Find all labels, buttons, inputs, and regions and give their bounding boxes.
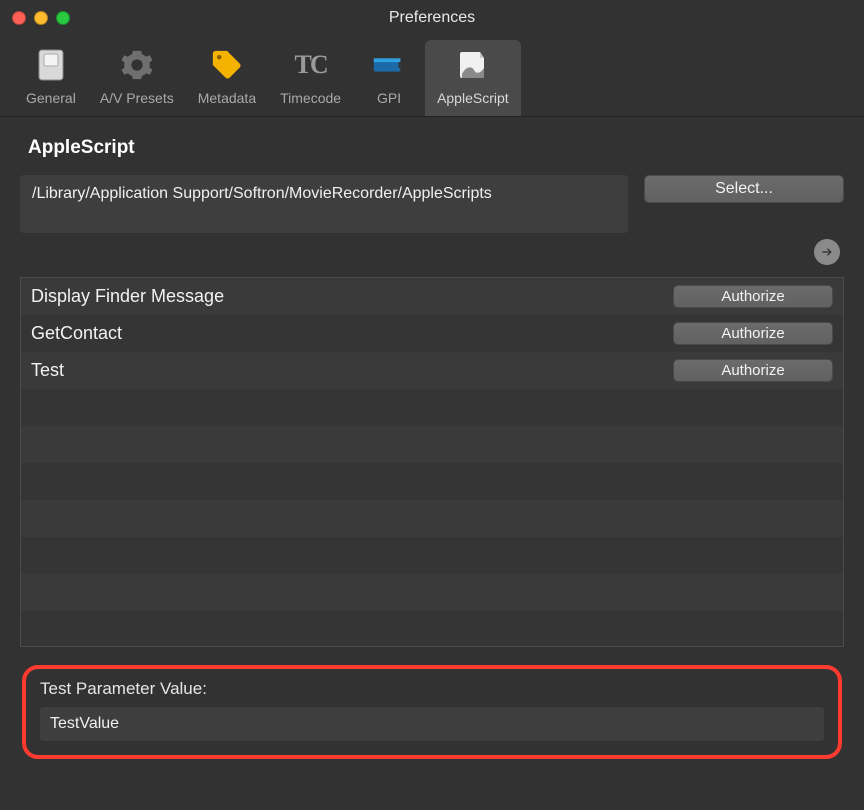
script-row[interactable]: GetContact Authorize <box>21 315 843 352</box>
authorize-button[interactable]: Authorize <box>673 285 833 308</box>
script-folder-path: /Library/Application Support/Softron/Mov… <box>20 175 628 233</box>
script-row <box>21 611 843 647</box>
script-name: GetContact <box>31 323 122 344</box>
toolbar-tab-timecode[interactable]: TC Timecode <box>268 40 353 116</box>
authorize-button[interactable]: Authorize <box>673 359 833 382</box>
section-title: AppleScript <box>28 137 844 159</box>
script-row[interactable]: Test Authorize <box>21 352 843 389</box>
window-controls <box>12 11 70 25</box>
toolbar-tab-general[interactable]: General <box>14 40 88 116</box>
script-list: Display Finder MessageAuthorizeGetContac… <box>20 277 844 647</box>
reveal-in-finder-button[interactable] <box>814 239 840 265</box>
toolbar-tab-label: GPI <box>377 90 401 106</box>
script-row <box>21 463 843 500</box>
toolbar-tab-a-v-presets[interactable]: A/V Presets <box>88 40 186 116</box>
script-row <box>21 426 843 463</box>
script-name: Display Finder Message <box>31 286 224 307</box>
minimise-window-button[interactable] <box>34 11 48 25</box>
toolbar-tab-metadata[interactable]: Metadata <box>186 40 268 116</box>
switch-icon <box>32 46 70 84</box>
toolbar-tab-label: Timecode <box>280 90 341 106</box>
preferences-toolbar: General A/V Presets Metadata TC Timecode GPI A… <box>0 36 864 117</box>
test-parameter-highlight: Test Parameter Value: <box>22 665 842 759</box>
script-row[interactable]: Display Finder Message Authorize <box>21 278 843 315</box>
authorize-button[interactable]: Authorize <box>673 322 833 345</box>
script-row <box>21 537 843 574</box>
toolbar-tab-label: A/V Presets <box>100 90 174 106</box>
toolbar-tab-gpi[interactable]: GPI <box>353 40 425 116</box>
tc-icon: TC <box>292 46 330 84</box>
script-icon <box>454 46 492 84</box>
script-row <box>21 574 843 611</box>
content-area: AppleScript /Library/Application Support… <box>0 117 864 759</box>
test-parameter-input[interactable] <box>40 707 824 741</box>
gear-icon <box>118 46 156 84</box>
toolbar-tab-label: Metadata <box>198 90 256 106</box>
gpi-icon <box>370 46 408 84</box>
tag-icon <box>208 46 246 84</box>
test-parameter-label: Test Parameter Value: <box>40 679 824 699</box>
select-folder-button[interactable]: Select... <box>644 175 844 203</box>
toolbar-tab-applescript[interactable]: AppleScript <box>425 40 521 116</box>
script-row <box>21 500 843 537</box>
window-title: Preferences <box>0 9 864 27</box>
titlebar: Preferences <box>0 0 864 36</box>
toolbar-tab-label: AppleScript <box>437 90 509 106</box>
toolbar-tab-label: General <box>26 90 76 106</box>
close-window-button[interactable] <box>12 11 26 25</box>
script-name: Test <box>31 360 64 381</box>
script-row <box>21 389 843 426</box>
zoom-window-button[interactable] <box>56 11 70 25</box>
